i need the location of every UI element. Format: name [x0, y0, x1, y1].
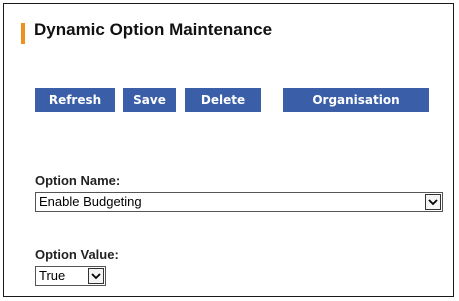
chevron-down-icon[interactable]: [425, 194, 441, 210]
option-name-selected-value: Enable Budgeting: [39, 194, 142, 209]
option-name-select[interactable]: Enable Budgeting: [35, 192, 443, 212]
delete-button[interactable]: Delete: [185, 88, 261, 112]
option-name-label: Option Name:: [35, 173, 121, 188]
save-button[interactable]: Save: [123, 88, 176, 112]
chevron-down-icon[interactable]: [88, 268, 104, 284]
title-accent-bar: [21, 23, 25, 44]
page-title: Dynamic Option Maintenance: [34, 20, 273, 39]
option-value-label: Option Value:: [35, 247, 119, 262]
maintenance-panel: Dynamic Option Maintenance Refresh Save …: [3, 3, 454, 297]
organisation-button[interactable]: Organisation: [283, 88, 429, 112]
option-value-selected-value: True: [39, 268, 66, 283]
option-value-select[interactable]: True: [35, 266, 106, 286]
refresh-button[interactable]: Refresh: [35, 88, 115, 112]
